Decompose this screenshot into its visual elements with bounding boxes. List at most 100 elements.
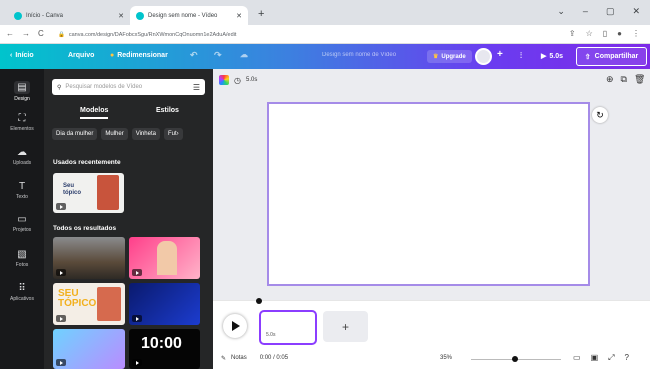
browser-tab-home[interactable]: Início - Canva ✕ (8, 6, 130, 25)
zoom-level[interactable]: 35% (440, 355, 452, 361)
share-label: Compartilhar (594, 53, 639, 60)
browser-tab-strip: Início - Canva ✕ Design sem nome - Vídeo… (0, 0, 650, 25)
design-title-text: Design sem nome de Vídeo (322, 52, 397, 58)
play-time: 5.0s (549, 52, 564, 60)
rail-label: Elementos (10, 126, 34, 132)
trash-icon[interactable]: 🗑 (634, 74, 645, 85)
notes-button[interactable]: ✎ Notas 0:00 / 0:05 (221, 355, 288, 362)
filter-icon[interactable]: ☰ (193, 83, 200, 92)
templates-panel: ⚲ Pesquisar modelos de Vídeo ☰ Modelos E… (44, 69, 213, 369)
menu-dots-icon[interactable]: ⋮ (632, 29, 640, 38)
result-thumb[interactable] (53, 237, 125, 279)
reload-icon[interactable]: C (38, 29, 44, 38)
duration-label[interactable]: 5.0s (246, 77, 257, 83)
avatar[interactable] (475, 48, 492, 65)
upload-icon: ☁ (17, 147, 27, 158)
url-field[interactable]: 🔒 canva.com/design/DAFobcxSgu/RnXWmonCqO… (58, 28, 578, 41)
result-thumb[interactable]: SEU TÓPICO (53, 283, 125, 325)
video-play-icon (56, 203, 66, 210)
cloud-save-icon[interactable]: ☁ (240, 50, 248, 59)
rail-item-elements[interactable]: ⛶ Elementos (0, 113, 44, 132)
resize-button[interactable]: ● Redimensionar (110, 52, 168, 59)
tab-styles[interactable]: Estilos (156, 107, 179, 114)
rail-item-text[interactable]: T Texto (0, 181, 44, 200)
invite-plus-button[interactable]: + (497, 49, 503, 60)
close-tab-icon[interactable]: ✕ (236, 12, 242, 20)
resize-label: Redimensionar (117, 52, 168, 59)
grid-view-icon[interactable]: ▭ (573, 353, 581, 363)
zoom-slider-knob[interactable] (511, 356, 518, 362)
recent-template-thumb[interactable]: Seu tópico (53, 173, 124, 213)
rail-item-uploads[interactable]: ☁ Uploads (0, 147, 44, 166)
video-play-icon (56, 269, 66, 276)
profile-icon[interactable]: ● (617, 29, 622, 38)
chip[interactable]: Dia da mulher (52, 128, 98, 140)
chart-icon: ⫶ (520, 51, 522, 60)
insights-chart-icon[interactable]: ⫶ (520, 51, 522, 61)
design-title[interactable]: Design sem nome de Vídeo (322, 52, 396, 58)
video-play-icon (132, 269, 142, 276)
rail-item-projects[interactable]: ▭ Projetos (0, 214, 44, 233)
home-button[interactable]: ‹ Início (10, 52, 34, 59)
page-tools: ⊕ ⧉ 🗑 (606, 74, 645, 85)
tab-search-icon[interactable]: ⌄ (557, 6, 565, 17)
forward-icon[interactable]: → (22, 29, 30, 38)
bookmark-star-icon[interactable]: ☆ (586, 29, 593, 38)
rail-item-photos[interactable]: ▧ Fotos (0, 249, 44, 268)
minimize-icon[interactable]: – (583, 6, 588, 17)
present-play-button[interactable]: ▶ 5.0s (541, 52, 564, 61)
chevron-left-icon: ‹ (10, 52, 13, 59)
share-page-icon[interactable]: ⇪ (569, 29, 576, 38)
timeline-clip[interactable]: 5.0s (259, 310, 317, 345)
text-icon: T (18, 181, 26, 192)
browser-tab-design[interactable]: Design sem nome - Vídeo ✕ (130, 6, 248, 25)
pages-icon[interactable]: ▣ (591, 353, 599, 363)
playhead-marker[interactable] (256, 298, 262, 304)
share-button[interactable]: ⇧ Compartilhar (576, 47, 647, 66)
duplicate-icon[interactable]: ⧉ (621, 74, 627, 85)
search-input[interactable]: ⚲ Pesquisar modelos de Vídeo ☰ (52, 79, 205, 95)
file-menu-button[interactable]: Arquivo (68, 52, 94, 59)
chip[interactable]: Mulher (101, 128, 128, 140)
rail-item-design[interactable]: ▤ Design (0, 81, 44, 102)
design-page[interactable] (267, 102, 590, 286)
fullscreen-icon[interactable]: ⤢ (608, 353, 614, 363)
result-thumb[interactable] (53, 329, 125, 369)
apps-icon: ⠿ (18, 283, 26, 294)
upgrade-button[interactable]: ♛ Upgrade (427, 50, 472, 63)
chip[interactable]: Vinheta (131, 128, 160, 140)
color-picker-icon[interactable] (219, 75, 229, 85)
result-thumb[interactable] (129, 283, 200, 325)
result-thumb[interactable]: 10:00 (129, 329, 200, 369)
rail-item-apps[interactable]: ⠿ Aplicativos (0, 283, 44, 302)
notes-label: Notas (231, 355, 247, 361)
help-icon[interactable]: ? (625, 353, 629, 363)
close-window-icon[interactable]: ✕ (632, 6, 640, 17)
maximize-icon[interactable]: ▢ (606, 6, 615, 17)
result-thumb[interactable] (129, 237, 200, 279)
add-page-button[interactable]: + (323, 311, 368, 342)
results-heading: Todos os resultados (53, 225, 117, 232)
video-play-icon (56, 315, 66, 322)
browser-nav: ← → C (6, 29, 44, 38)
refresh-icon[interactable]: ↻ (592, 107, 608, 123)
undo-icon: ↶ (190, 50, 198, 60)
layout-icon: ▤ (14, 81, 30, 94)
rail-label: Design (14, 96, 30, 102)
redo-button[interactable]: ↷ (214, 50, 222, 61)
timeline-play-button[interactable] (223, 314, 247, 338)
tab-templates[interactable]: Modelos (80, 107, 109, 119)
new-tab-button[interactable]: + (258, 8, 264, 20)
time-readout: 0:00 / 0:05 (259, 355, 289, 361)
chip[interactable]: Fut› (163, 128, 183, 140)
rail-label: Aplicativos (10, 296, 34, 302)
undo-button[interactable]: ↶ (190, 50, 198, 61)
rail-label: Fotos (15, 262, 29, 268)
close-tab-icon[interactable]: ✕ (118, 12, 124, 20)
clock-icon: ◷ (234, 75, 241, 85)
plus-icon: + (497, 49, 503, 60)
back-icon[interactable]: ← (6, 29, 14, 38)
sidebar-icon[interactable]: ▯ (603, 29, 607, 38)
footer-tools: ▭ ▣ ⤢ ? (573, 353, 629, 363)
add-page-icon[interactable]: ⊕ (606, 74, 614, 85)
